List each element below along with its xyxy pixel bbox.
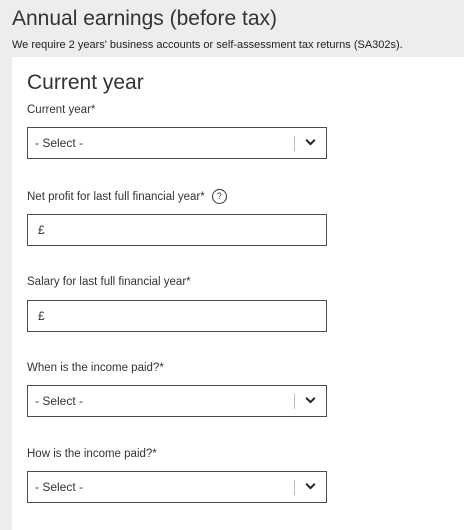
page-subtitle: We require 2 years' business accounts or… — [12, 39, 403, 51]
income-paid-how-select[interactable]: - Select - — [27, 471, 327, 503]
income-paid-when-label: When is the income paid?* — [27, 362, 164, 374]
chevron-down-icon — [305, 483, 316, 490]
select-divider — [294, 480, 295, 495]
page-title: Annual earnings (before tax) — [12, 7, 277, 30]
current-year-label: Current year* — [27, 104, 96, 116]
chevron-down-icon — [305, 397, 316, 404]
income-paid-how-label: How is the income paid?* — [27, 448, 157, 460]
current-year-select[interactable]: - Select - — [27, 127, 327, 159]
salary-input[interactable]: £ — [27, 300, 327, 332]
income-paid-when-select[interactable]: - Select - — [27, 385, 327, 417]
currency-symbol: £ — [38, 309, 45, 323]
help-circle-icon[interactable]: ? — [211, 189, 227, 204]
section-title: Current year — [27, 71, 144, 94]
income-paid-when-selected-value: - Select - — [35, 394, 84, 408]
select-divider — [294, 394, 295, 409]
net-profit-label: Net profit for last full financial year* — [27, 190, 205, 203]
net-profit-label-row: Net profit for last full financial year*… — [27, 189, 227, 204]
current-year-panel: Current year Current year* - Select - Ne… — [12, 57, 464, 530]
current-year-selected-value: - Select - — [35, 136, 84, 150]
chevron-down-icon — [305, 139, 316, 146]
net-profit-input[interactable]: £ — [27, 214, 327, 246]
income-paid-how-selected-value: - Select - — [35, 480, 84, 494]
salary-label: Salary for last full financial year* — [27, 276, 191, 288]
currency-symbol: £ — [38, 223, 45, 237]
select-divider — [294, 136, 295, 151]
